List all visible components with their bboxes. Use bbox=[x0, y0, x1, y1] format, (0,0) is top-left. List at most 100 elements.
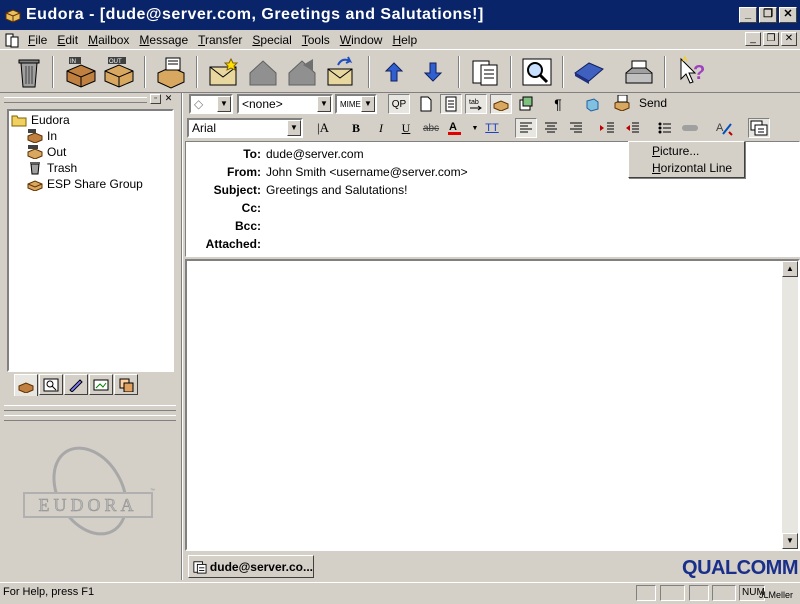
bullets-button[interactable] bbox=[654, 118, 676, 138]
insert-link-button[interactable] bbox=[679, 118, 701, 138]
new-message-button[interactable] bbox=[205, 53, 243, 91]
qp-label: QP bbox=[391, 98, 407, 110]
attach-button[interactable] bbox=[466, 53, 504, 91]
address-book-button[interactable] bbox=[570, 53, 608, 91]
menu-item-picture[interactable]: Picture... bbox=[652, 143, 699, 160]
keep-copy-toggle[interactable] bbox=[490, 94, 512, 114]
forward-button[interactable] bbox=[283, 53, 321, 91]
menu-special[interactable]: Special bbox=[247, 33, 296, 47]
mdi-close-button[interactable]: ✕ bbox=[781, 32, 797, 46]
trash-icon bbox=[30, 162, 40, 175]
encoding-value: MIME bbox=[340, 99, 361, 109]
chevron-down-icon: ▼ bbox=[471, 124, 479, 132]
menu-message[interactable]: Message bbox=[134, 33, 193, 47]
in-mailbox-button[interactable]: IN bbox=[62, 53, 100, 91]
strikeout-button[interactable]: abc bbox=[420, 118, 442, 138]
mailbox-tab-icon bbox=[18, 381, 34, 393]
context-help-button[interactable]: ? bbox=[673, 53, 711, 91]
menu-tools[interactable]: Tools bbox=[297, 33, 335, 47]
align-right-button[interactable] bbox=[565, 118, 587, 138]
svg-text:IN: IN bbox=[70, 59, 76, 65]
tree-item-esp-share-group[interactable]: ESP Share Group bbox=[27, 176, 143, 192]
teletype-icon: TT bbox=[485, 122, 499, 134]
check-mail-button[interactable] bbox=[152, 53, 190, 91]
pane-restore-button[interactable]: ▫ bbox=[150, 94, 161, 104]
menu-mailbox[interactable]: Mailbox bbox=[83, 33, 134, 47]
body-scrollbar[interactable]: ▲ ▼ bbox=[782, 261, 798, 549]
menu-edit[interactable]: Edit bbox=[52, 33, 83, 47]
tree-item-eudora[interactable]: Eudora bbox=[11, 112, 70, 128]
show-paragraph-marks-button[interactable]: ¶ bbox=[547, 94, 569, 114]
subject-value[interactable]: Greetings and Salutations! bbox=[266, 183, 407, 197]
to-value[interactable]: dude@server.com bbox=[266, 147, 364, 161]
mdi-minimize-button[interactable]: _ bbox=[745, 32, 761, 46]
find-button[interactable] bbox=[518, 53, 556, 91]
out-mailbox-button[interactable]: OUT bbox=[100, 53, 138, 91]
indent-in-button[interactable] bbox=[596, 118, 618, 138]
clear-formatting-button[interactable]: A bbox=[713, 118, 735, 138]
bcc-field[interactable]: Bcc: bbox=[186, 217, 796, 235]
next-message-button[interactable] bbox=[414, 53, 452, 91]
menu-file[interactable]: File bbox=[23, 33, 52, 47]
menu-item-horizontal-line[interactable]: Horizontal Line bbox=[652, 160, 732, 177]
receipt-icon bbox=[519, 96, 533, 111]
pane-grip bbox=[4, 97, 147, 103]
menu-help[interactable]: Help bbox=[387, 33, 422, 47]
document-icon[interactable] bbox=[3, 32, 21, 48]
tree-item-in[interactable]: In bbox=[27, 128, 57, 144]
eudora-app-icon bbox=[5, 9, 21, 23]
signature-select[interactable]: <none> ▼ bbox=[237, 94, 333, 114]
trash-can-icon bbox=[18, 59, 40, 88]
print-button[interactable] bbox=[620, 53, 658, 91]
close-button[interactable]: ✕ bbox=[779, 7, 797, 23]
from-value[interactable]: John Smith <username@server.com> bbox=[266, 165, 468, 179]
message-body[interactable]: ▲ ▼ bbox=[185, 259, 800, 551]
reply-button[interactable] bbox=[244, 53, 282, 91]
tree-item-out[interactable]: Out bbox=[27, 144, 66, 160]
cc-field[interactable]: Cc: bbox=[186, 199, 796, 217]
font-select[interactable]: Arial ▼ bbox=[187, 118, 303, 138]
bold-button[interactable]: B bbox=[345, 118, 367, 138]
scroll-down-button[interactable]: ▼ bbox=[782, 533, 798, 549]
subject-field[interactable]: Subject: Greetings and Salutations! bbox=[186, 181, 796, 199]
mailboxes-pane: ▫ ✕ Eudora In Out Trash ESP Share Group bbox=[0, 93, 181, 580]
send-button[interactable]: Send bbox=[613, 93, 667, 113]
attached-field[interactable]: Attached: bbox=[186, 235, 796, 253]
word-wrap-toggle[interactable] bbox=[440, 94, 462, 114]
tree-item-trash[interactable]: Trash bbox=[27, 160, 77, 176]
italic-button[interactable]: I bbox=[370, 118, 392, 138]
tab-personalities[interactable] bbox=[114, 374, 138, 395]
tab-in-body-toggle[interactable]: tab bbox=[465, 94, 487, 114]
teletype-button[interactable]: TT bbox=[481, 118, 503, 138]
mdi-restore-button[interactable]: ❐ bbox=[763, 32, 779, 46]
previous-message-button[interactable] bbox=[375, 53, 413, 91]
tab-icon: tab bbox=[469, 99, 482, 111]
menu-transfer[interactable]: Transfer bbox=[193, 33, 247, 47]
tab-mailboxes[interactable] bbox=[14, 374, 38, 396]
scroll-up-button[interactable]: ▲ bbox=[782, 261, 798, 277]
tab-stationery[interactable] bbox=[64, 374, 88, 395]
insert-button[interactable] bbox=[748, 118, 770, 138]
encoding-select[interactable]: MIME ▼ bbox=[335, 94, 377, 114]
restore-button[interactable]: ❐ bbox=[759, 7, 777, 23]
quoted-printable-toggle[interactable]: QP bbox=[388, 94, 410, 114]
delete-button[interactable] bbox=[10, 53, 48, 91]
minimize-button[interactable]: _ bbox=[739, 7, 757, 23]
return-receipt-toggle[interactable] bbox=[515, 94, 537, 114]
align-center-button[interactable] bbox=[540, 118, 562, 138]
priority-select[interactable]: ◇ ▼ bbox=[189, 94, 233, 114]
menu-window[interactable]: Window bbox=[335, 33, 388, 47]
taskbar-window-button[interactable]: dude@server.co... bbox=[188, 555, 314, 578]
underline-button[interactable]: U bbox=[395, 118, 417, 138]
tab-signatures[interactable] bbox=[89, 374, 113, 395]
text-as-document-toggle[interactable] bbox=[415, 94, 437, 114]
font-size-button[interactable]: |A bbox=[312, 118, 334, 138]
insert-object-button[interactable] bbox=[581, 94, 603, 114]
align-left-button[interactable] bbox=[515, 118, 537, 138]
redirect-button[interactable] bbox=[322, 53, 360, 91]
redirect-icon bbox=[327, 56, 353, 86]
tab-filters[interactable] bbox=[39, 374, 63, 395]
status-user: JLMeller bbox=[759, 590, 794, 600]
pane-close-button[interactable]: ✕ bbox=[163, 94, 174, 104]
indent-out-button[interactable] bbox=[621, 118, 643, 138]
